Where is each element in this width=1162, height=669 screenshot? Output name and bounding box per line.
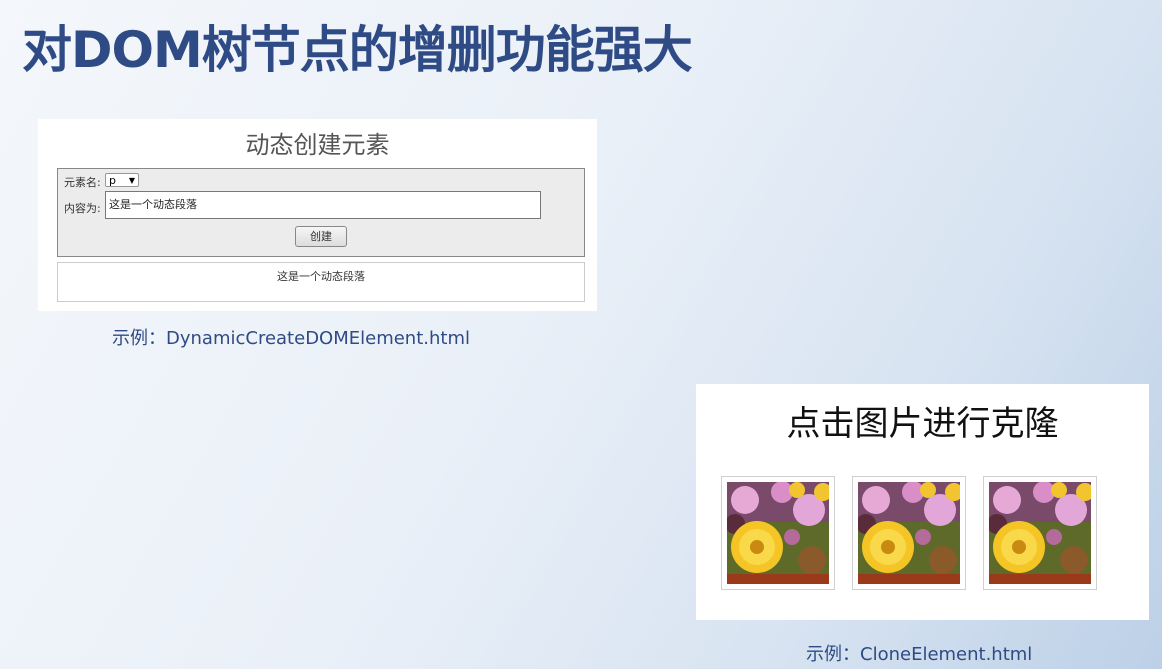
flower-image[interactable] (852, 476, 966, 590)
tag-name-select[interactable]: p ▼ (105, 173, 139, 187)
created-paragraph: 这是一个动态段落 (57, 262, 585, 302)
content-label: 内容为: (64, 202, 101, 215)
example-caption-2: 示例：CloneElement.html (806, 640, 1032, 666)
flower-photo-icon (858, 482, 960, 584)
dynamic-create-demo-screenshot: 动态创建元素 元素名: p ▼ 内容为: 这是一个动态段落 创建 这是一个动态段… (38, 119, 597, 311)
slide-title: 对DOM树节点的增删功能强大 (22, 21, 693, 79)
caption-prefix: 示例： (112, 328, 166, 349)
create-form: 元素名: p ▼ 内容为: 这是一个动态段落 创建 (57, 168, 585, 257)
flower-photo-icon (989, 482, 1091, 584)
tag-name-label: 元素名: (64, 176, 101, 189)
flower-image[interactable] (721, 476, 835, 590)
dropdown-arrow-icon: ▼ (128, 176, 135, 185)
content-input[interactable]: 这是一个动态段落 (105, 191, 541, 219)
flower-photo-icon (727, 482, 829, 584)
example-caption-1: 示例：DynamicCreateDOMElement.html (112, 324, 470, 350)
caption-filename: DynamicCreateDOMElement.html (166, 328, 470, 349)
clone-element-demo-screenshot: 点击图片进行克隆 (696, 384, 1149, 620)
demo-heading: 动态创建元素 (245, 131, 390, 159)
caption-prefix: 示例： (806, 644, 860, 665)
caption-filename: CloneElement.html (860, 644, 1033, 665)
tag-name-value: p (109, 174, 116, 187)
create-button[interactable]: 创建 (295, 226, 347, 247)
demo-heading: 点击图片进行克隆 (786, 404, 1059, 444)
flower-image[interactable] (983, 476, 1097, 590)
